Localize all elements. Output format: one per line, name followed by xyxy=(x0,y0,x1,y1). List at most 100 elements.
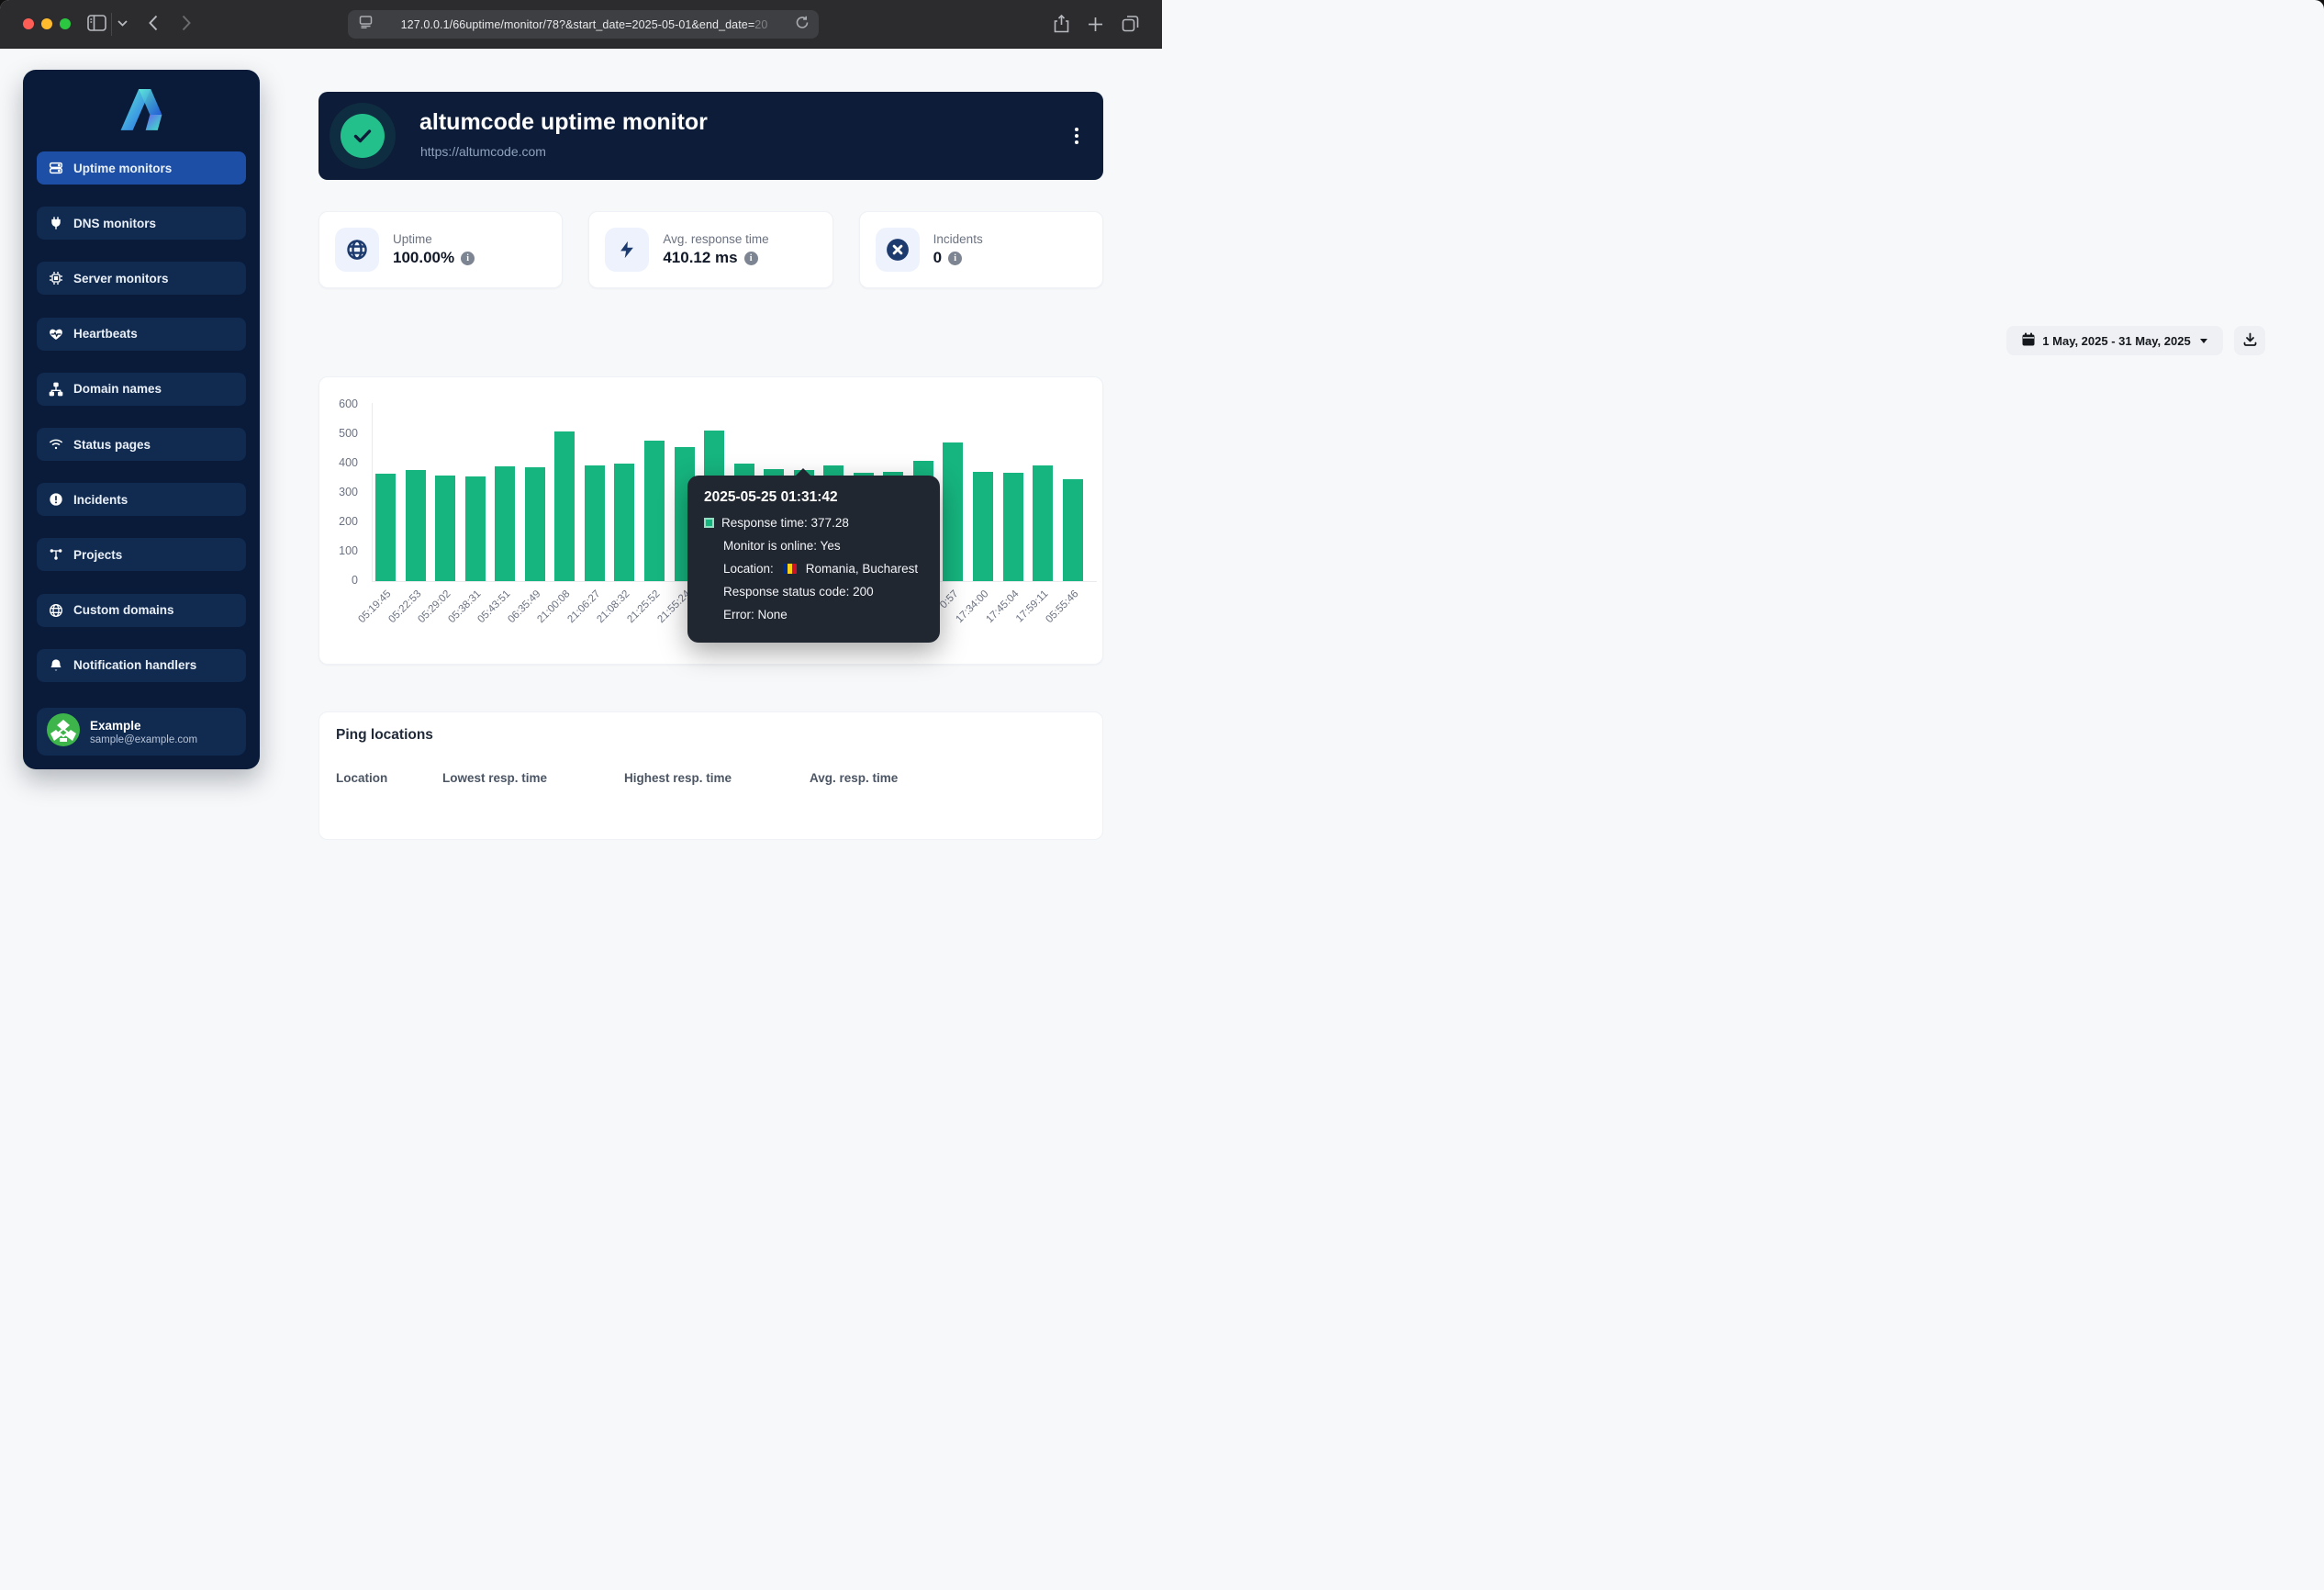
sidebar-item-status-pages[interactable]: Status pages xyxy=(37,428,246,461)
tooltip-row: Response status code: 200 xyxy=(723,585,923,599)
tab-overview-icon[interactable] xyxy=(1122,15,1139,32)
stat-label: Incidents xyxy=(933,232,983,246)
bar-7[interactable] xyxy=(585,465,605,581)
plug-icon xyxy=(49,216,63,230)
wifi-icon xyxy=(49,437,63,452)
ping-locations-title: Ping locations xyxy=(336,727,433,744)
tooltip-row: Monitor is online: Yes xyxy=(723,539,923,553)
stat-value: 410.12 ms xyxy=(663,249,737,267)
date-range-button[interactable]: 1 May, 2025 - 31 May, 2025 xyxy=(2006,326,2223,355)
sidebar-item-label: Incidents xyxy=(73,493,128,507)
sidebar-item-label: Notification handlers xyxy=(73,658,196,672)
sidebar-item-uptime-monitors[interactable]: Uptime monitors xyxy=(37,151,246,185)
calendar-icon xyxy=(2022,332,2035,349)
ping-column-header: Highest resp. time xyxy=(624,771,732,785)
chevron-down-icon xyxy=(2200,339,2207,343)
share-icon[interactable] xyxy=(1054,15,1069,33)
sidebar-item-domain-names[interactable]: Domain names xyxy=(37,373,246,406)
bar-23[interactable] xyxy=(1063,479,1083,581)
stat-value: 100.00% xyxy=(393,249,454,267)
avatar xyxy=(47,713,80,751)
user-name: Example xyxy=(90,719,197,733)
sidebar-item-label: DNS monitors xyxy=(73,217,156,230)
y-axis-tick: 300 xyxy=(319,486,358,498)
bar-21[interactable] xyxy=(1003,473,1023,581)
sidebar-item-label: Uptime monitors xyxy=(73,162,172,175)
monitor-header-card: altumcode uptime monitor https://altumco… xyxy=(318,92,1103,180)
sidebar-item-dns-monitors[interactable]: DNS monitors xyxy=(37,207,246,240)
alert-circle-icon xyxy=(49,492,63,507)
bar-1[interactable] xyxy=(406,470,426,581)
heart-pulse-icon xyxy=(49,327,63,342)
info-icon[interactable]: i xyxy=(948,252,962,265)
sidebar-item-label: Status pages xyxy=(73,438,151,452)
bar-0[interactable] xyxy=(375,474,396,581)
stat-card-avg-response-time: Avg. response time410.12 msi xyxy=(588,211,832,288)
forward-button[interactable] xyxy=(182,15,191,31)
download-icon xyxy=(2243,332,2257,349)
bar-22[interactable] xyxy=(1033,465,1053,581)
bar-19[interactable] xyxy=(943,442,963,581)
chart-tooltip: 2025-05-25 01:31:42 Response time: 377.2… xyxy=(687,476,940,643)
bell-icon xyxy=(49,658,63,673)
date-range-label: 1 May, 2025 - 31 May, 2025 xyxy=(2042,334,2190,348)
stat-card-incidents: Incidents0i xyxy=(859,211,1103,288)
bar-20[interactable] xyxy=(973,472,993,581)
globe-icon xyxy=(335,228,379,272)
server-icon xyxy=(49,161,63,175)
user-profile[interactable]: Example sample@example.com xyxy=(37,708,246,756)
sidebar-item-incidents[interactable]: Incidents xyxy=(37,483,246,516)
globe-icon xyxy=(49,603,63,618)
sidebar-chevron-icon[interactable] xyxy=(117,20,128,27)
kebab-menu-icon[interactable] xyxy=(1068,122,1085,150)
page-settings-icon[interactable] xyxy=(359,16,373,33)
tooltip-row: Error: None xyxy=(723,608,923,621)
bar-3[interactable] xyxy=(465,476,486,581)
y-axis-tick: 0 xyxy=(319,574,358,587)
status-online-icon xyxy=(341,114,385,158)
ping-column-header: Location xyxy=(336,771,387,785)
bar-2[interactable] xyxy=(435,476,455,581)
sidebar-item-heartbeats[interactable]: Heartbeats xyxy=(37,318,246,351)
app-logo-icon xyxy=(116,87,167,135)
bar-5[interactable] xyxy=(525,467,545,581)
new-tab-icon[interactable] xyxy=(1088,17,1103,32)
y-axis-tick: 400 xyxy=(319,456,358,469)
ping-locations-card: Ping locations Location Lowest resp. time… xyxy=(318,711,1103,840)
reload-icon[interactable] xyxy=(796,16,809,34)
sitemap-icon xyxy=(49,382,63,397)
page-title: altumcode uptime monitor xyxy=(419,109,708,136)
bar-4[interactable] xyxy=(495,466,515,581)
sidebar-item-label: Domain names xyxy=(73,382,162,396)
monitor-url[interactable]: https://altumcode.com xyxy=(420,144,546,159)
bar-8[interactable] xyxy=(614,464,634,581)
sidebar-item-notification-handlers[interactable]: Notification handlers xyxy=(37,649,246,682)
url-text: 127.0.0.1/66uptime/monitor/78?&start_dat… xyxy=(373,18,796,31)
sidebar-item-server-monitors[interactable]: Server monitors xyxy=(37,262,246,295)
y-axis-tick: 600 xyxy=(319,398,358,410)
stat-card-uptime: Uptime100.00%i xyxy=(318,211,563,288)
ping-column-header: Avg. resp. time xyxy=(810,771,898,785)
bar-6[interactable] xyxy=(554,431,575,581)
sidebar-item-custom-domains[interactable]: Custom domains xyxy=(37,594,246,627)
address-bar[interactable]: 127.0.0.1/66uptime/monitor/78?&start_dat… xyxy=(348,10,819,39)
y-axis-tick: 200 xyxy=(319,515,358,528)
close-window-button[interactable] xyxy=(23,18,34,29)
sidebar-toggle-icon[interactable] xyxy=(87,15,106,31)
user-email: sample@example.com xyxy=(90,734,197,745)
minimize-window-button[interactable] xyxy=(41,18,52,29)
tooltip-row: Location:Romania, Bucharest xyxy=(723,562,923,576)
sidebar-item-label: Custom domains xyxy=(73,603,174,617)
nodes-icon xyxy=(49,547,63,562)
back-button[interactable] xyxy=(149,15,158,31)
stats-row: Uptime100.00%iAvg. response time410.12 m… xyxy=(318,211,1103,288)
y-axis-tick: 500 xyxy=(319,427,358,440)
series-swatch xyxy=(704,518,714,528)
download-button[interactable] xyxy=(2234,326,2265,355)
info-icon[interactable]: i xyxy=(461,252,475,265)
ping-column-header: Lowest resp. time xyxy=(442,771,547,785)
info-icon[interactable]: i xyxy=(744,252,758,265)
maximize-window-button[interactable] xyxy=(60,18,71,29)
bar-9[interactable] xyxy=(644,441,665,581)
sidebar-item-projects[interactable]: Projects xyxy=(37,538,246,571)
